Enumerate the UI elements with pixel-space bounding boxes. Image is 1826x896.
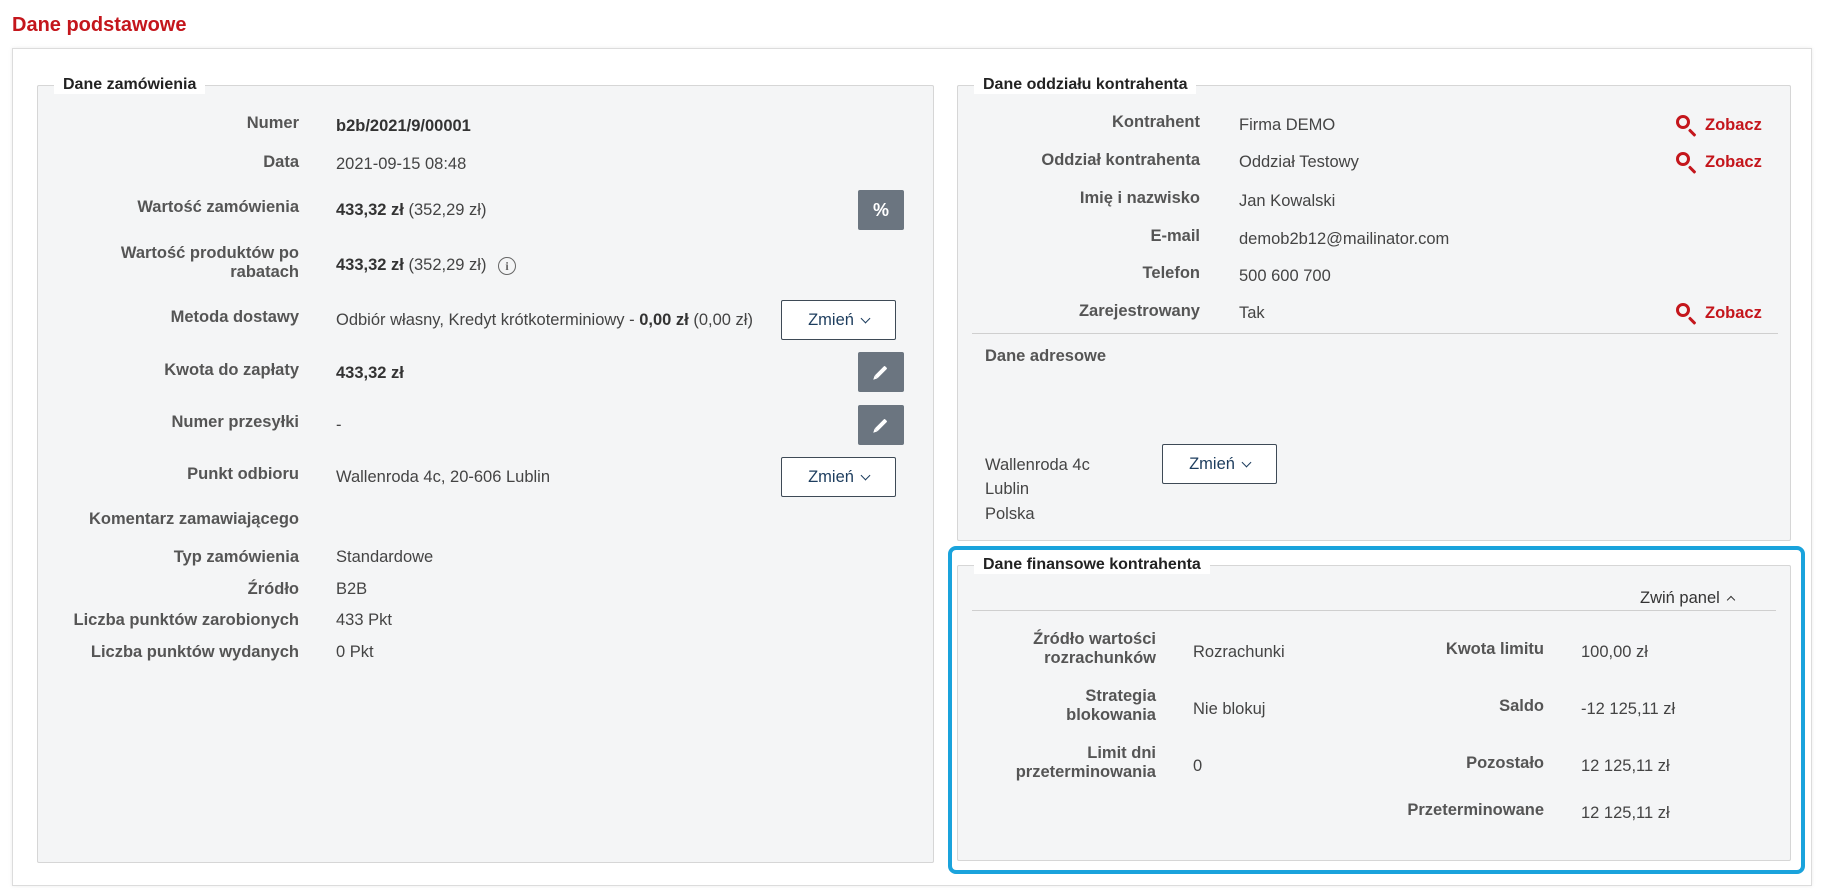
discount-button[interactable]: % [858, 190, 904, 230]
divider [972, 333, 1778, 334]
delivery-method-label: Metoda dostawy [170, 308, 299, 326]
points-spent-label: Liczba punktów wydanych [90, 643, 299, 661]
pencil-icon [874, 365, 888, 379]
search-icon [1675, 114, 1697, 137]
change-pickup-label: Zmień [808, 467, 854, 486]
order-date-value: 2021-09-15 08:48 [336, 155, 467, 173]
address-line-2: Lublin [985, 480, 1030, 498]
overdue-days-label-line1: Limit dni [1087, 744, 1156, 762]
order-date-label: Data [263, 153, 299, 171]
chevron-down-icon [860, 313, 871, 323]
collapse-panel-link[interactable]: Zwiń panel [1640, 589, 1736, 608]
balance-label: Saldo [1499, 697, 1544, 715]
edit-shipment-button[interactable] [858, 405, 904, 445]
full-name-value: Jan Kowalski [1239, 192, 1336, 210]
products-value-gross: 433,32 zł [336, 256, 404, 274]
shipment-number-label: Numer przesyłki [171, 413, 299, 431]
settlement-source-value: Rozrachunki [1193, 643, 1285, 661]
delivery-method-cost: 0,00 zł [639, 311, 689, 329]
order-value: 433,32 zł (352,29 zł) [336, 201, 486, 220]
settlement-source-label-line2: rozrachunków [1044, 649, 1156, 667]
source-label: Źródło [247, 580, 299, 598]
change-delivery-label: Zmień [808, 310, 854, 329]
address-heading: Dane adresowe [985, 347, 1107, 365]
email-value: demob2b12@mailinator.com [1239, 230, 1450, 248]
contractor-label: Kontrahent [1112, 113, 1200, 131]
delivery-method-text: Odbiór własny, Kredyt krótkoterminiowy - [336, 311, 635, 329]
phone-value: 500 600 700 [1239, 267, 1331, 285]
pickup-point-value: Wallenroda 4c, 20-606 Lublin [336, 468, 551, 486]
view-branch-link[interactable]: Zobacz [1675, 151, 1762, 174]
search-icon [1675, 151, 1697, 174]
overdue-value: 12 125,11 zł [1581, 804, 1670, 822]
phone-label: Telefon [1142, 264, 1200, 282]
registered-label: Zarejestrowany [1078, 302, 1200, 320]
view-registered-label: Zobacz [1705, 303, 1762, 322]
divider [972, 610, 1776, 611]
shipment-number-value: - [336, 416, 342, 434]
edit-amount-button[interactable] [858, 352, 904, 392]
remaining-value: 12 125,11 zł [1581, 757, 1670, 775]
products-value-label-line2: rabatach [230, 263, 299, 281]
change-pickup-button[interactable]: Zmień [781, 457, 896, 497]
limit-amount-label: Kwota limitu [1445, 640, 1544, 658]
order-value-gross: 433,32 zł [336, 201, 404, 219]
info-icon[interactable]: i [498, 257, 516, 275]
order-type-label: Typ zamówienia [173, 548, 299, 566]
pencil-icon [874, 418, 888, 432]
block-strategy-value: Nie blokuj [1193, 700, 1266, 718]
amount-due-value: 433,32 zł [336, 364, 404, 382]
block-strategy-label-line1: Strategia [1085, 687, 1156, 705]
limit-amount-value: 100,00 zł [1581, 643, 1648, 661]
delivery-method-cost-net: (0,00 zł) [693, 311, 753, 329]
branch-panel-legend: Dane oddziału kontrahenta [974, 76, 1197, 94]
order-value-label: Wartość zamówienia [137, 198, 299, 216]
products-value-net: (352,29 zł) [408, 256, 487, 274]
view-registered-link[interactable]: Zobacz [1675, 302, 1762, 325]
order-number-label: Numer [246, 114, 299, 132]
collapse-panel-label: Zwiń panel [1640, 589, 1720, 607]
products-value-label-line1: Wartość produktów po [120, 244, 299, 262]
chevron-down-icon [1241, 457, 1252, 467]
customer-comment-label: Komentarz zamawiającego [89, 510, 299, 528]
branch-label: Oddział kontrahenta [1041, 151, 1200, 169]
balance-value: -12 125,11 zł [1581, 700, 1676, 718]
points-earned-value: 433 Pkt [336, 611, 392, 629]
change-delivery-button[interactable]: Zmień [781, 300, 896, 340]
view-contractor-link[interactable]: Zobacz [1675, 114, 1762, 137]
email-label: E-mail [1150, 227, 1200, 245]
branch-value: Oddział Testowy [1239, 153, 1359, 171]
chevron-down-icon [860, 470, 871, 480]
order-type-value: Standardowe [336, 548, 434, 566]
contractor-value: Firma DEMO [1239, 116, 1336, 134]
full-name-label: Imię i nazwisko [1079, 189, 1200, 207]
products-value: 433,32 zł (352,29 zł) [336, 256, 486, 275]
finance-panel-legend: Dane finansowe kontrahenta [974, 556, 1210, 574]
registered-value: Tak [1239, 304, 1265, 322]
block-strategy-label-line2: blokowania [1066, 706, 1156, 724]
remaining-label: Pozostało [1466, 754, 1544, 772]
view-branch-label: Zobacz [1705, 152, 1762, 171]
settlement-source-label-line1: Źródło wartości [1033, 630, 1156, 648]
amount-due-label: Kwota do zapłaty [164, 361, 299, 379]
view-contractor-label: Zobacz [1705, 115, 1762, 134]
search-icon [1675, 302, 1697, 325]
chevron-up-icon [1727, 595, 1736, 605]
overdue-days-label-line2: przeterminowania [1015, 763, 1156, 781]
source-value: B2B [336, 580, 368, 598]
order-number-value: b2b/2021/9/00001 [336, 117, 471, 135]
page-title: Dane podstawowe [12, 14, 187, 36]
address-line-1: Wallenroda 4c [985, 456, 1090, 474]
points-spent-value: 0 Pkt [336, 643, 374, 661]
pickup-point-label: Punkt odbioru [187, 465, 299, 483]
points-earned-label: Liczba punktów zarobionych [73, 611, 299, 629]
order-value-net: (352,29 zł) [408, 201, 487, 219]
overdue-days-value: 0 [1193, 757, 1203, 775]
change-address-label: Zmień [1189, 454, 1235, 473]
delivery-method-value: Odbiór własny, Kredyt krótkoterminiowy -… [336, 311, 753, 330]
address-line-3: Polska [985, 505, 1035, 523]
overdue-label: Przeterminowane [1407, 801, 1544, 819]
change-address-button[interactable]: Zmień [1162, 444, 1277, 484]
order-panel-legend: Dane zamówienia [54, 76, 206, 94]
